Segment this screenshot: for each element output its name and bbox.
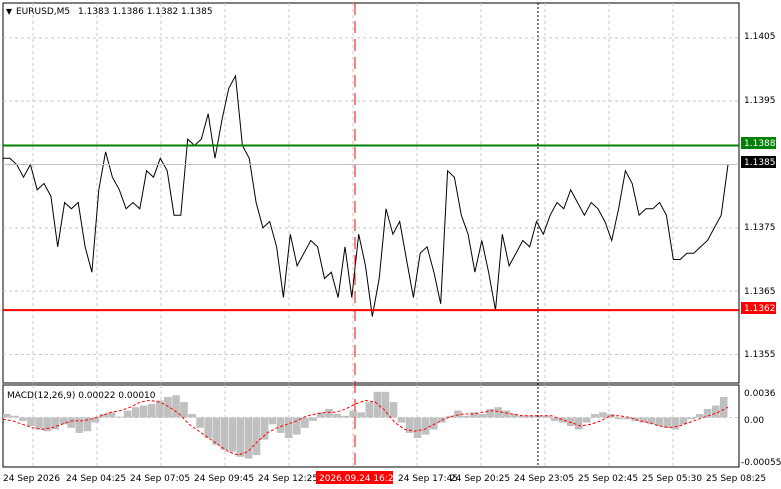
time-label: 24 Sep 07:05 [130, 474, 190, 484]
symbol-label: EURUSD,M5 [16, 7, 70, 17]
macd-bar [341, 415, 349, 418]
time-label: 24 Sep 09:45 [194, 474, 254, 484]
macd-tick: -0.00055 [741, 458, 781, 468]
macd-bar [172, 395, 180, 418]
macd-bar [301, 417, 309, 428]
resistance-price-label: 1.1388 [744, 139, 776, 149]
macd-bar [703, 408, 712, 418]
macd-bar [131, 407, 140, 418]
macd-bar [252, 417, 261, 456]
macd-bar [502, 410, 510, 418]
macd-bar [687, 417, 696, 420]
macd-bar [204, 417, 212, 438]
macd-bar [695, 414, 704, 418]
price-tick: 1.1405 [744, 32, 776, 42]
macd-bar [67, 417, 75, 428]
macd-bar [284, 417, 293, 438]
macd-bar [220, 417, 229, 450]
time-label: 24 Sep 23:05 [514, 474, 574, 484]
price-tick: 1.1395 [744, 96, 776, 106]
macd-bar [583, 417, 591, 423]
macd-bar [397, 417, 406, 423]
macd-bar [148, 403, 156, 418]
macd-bar [389, 402, 398, 418]
macd-bar [27, 417, 35, 426]
macd-bar [325, 408, 333, 418]
macd-bar [373, 391, 382, 418]
macd-bar [156, 400, 164, 418]
macd-bar [357, 412, 365, 418]
time-label: 25 Sep 02:45 [578, 474, 638, 484]
price-tick: 1.1355 [744, 350, 776, 360]
macd-bar [236, 417, 245, 457]
macd-label: MACD(12,26,9) 0.00022 0.00010 [7, 391, 156, 401]
macd-bar [180, 402, 188, 418]
macd-bar [615, 417, 623, 420]
macd-tick: 0.0036 [744, 389, 776, 399]
macd-bar [139, 405, 148, 418]
macd-bar [663, 417, 672, 428]
macd-bar [349, 410, 357, 418]
macd-bar [333, 414, 341, 418]
price-tick: 1.1365 [744, 287, 776, 297]
macd-bar [268, 417, 277, 425]
dropdown-arrow-icon[interactable]: ▼ [6, 7, 13, 16]
support-price-label: 1.1362 [744, 304, 776, 314]
price-tick: 1.1375 [744, 223, 776, 233]
time-label: 24 Sep 12:25 [258, 474, 318, 484]
macd-bar [164, 397, 172, 418]
macd-bar [75, 417, 84, 433]
macd-bar [462, 415, 470, 418]
macd-bar [711, 405, 720, 418]
macd-tick: 0.00 [744, 416, 764, 426]
main-chart-frame [2, 2, 740, 384]
time-label: 24 Sep 04:25 [66, 474, 126, 484]
macd-bar [478, 414, 486, 418]
macd-bar [260, 417, 269, 440]
macd-bar [3, 414, 11, 418]
macd-bar [19, 417, 27, 421]
macd-bar [591, 414, 599, 418]
macd-bar [196, 417, 204, 428]
macd-bar [115, 416, 124, 418]
macd-bar [309, 417, 317, 421]
macd-bar [35, 417, 43, 430]
macd-bar [123, 410, 132, 418]
macd-bar [413, 417, 422, 438]
macd-bar [11, 415, 19, 418]
highlight-time-label: 2026.09.24 16:25 [319, 474, 399, 484]
time-label: 24 Sep 20:25 [450, 474, 510, 484]
macd-bar [421, 417, 430, 435]
macd-bar [107, 412, 116, 418]
macd-bar [429, 417, 438, 430]
macd-bar [228, 417, 237, 452]
macd-bar [566, 417, 575, 426]
macd-bar [276, 417, 285, 433]
macd-bar [671, 417, 680, 430]
macd-bar [574, 417, 583, 430]
macd-bar [719, 397, 728, 418]
time-label: 24 Sep 2026 [3, 474, 60, 484]
macd-bar [365, 402, 374, 418]
macd-bar [599, 412, 607, 418]
macd-bar [454, 410, 462, 418]
ohlc-values: 1.1383 1.1386 1.1382 1.1385 [78, 7, 213, 17]
current-price-label: 1.1385 [744, 158, 776, 168]
time-label: 25 Sep 05:30 [642, 474, 702, 484]
time-label: 25 Sep 08:25 [706, 474, 766, 484]
price-chart[interactable]: ▼ EURUSD,M5 1.1383 1.1386 1.1382 1.1385 … [0, 0, 781, 489]
macd-bar [188, 414, 196, 418]
macd-bar [212, 417, 220, 445]
macd-bar [623, 417, 631, 420]
